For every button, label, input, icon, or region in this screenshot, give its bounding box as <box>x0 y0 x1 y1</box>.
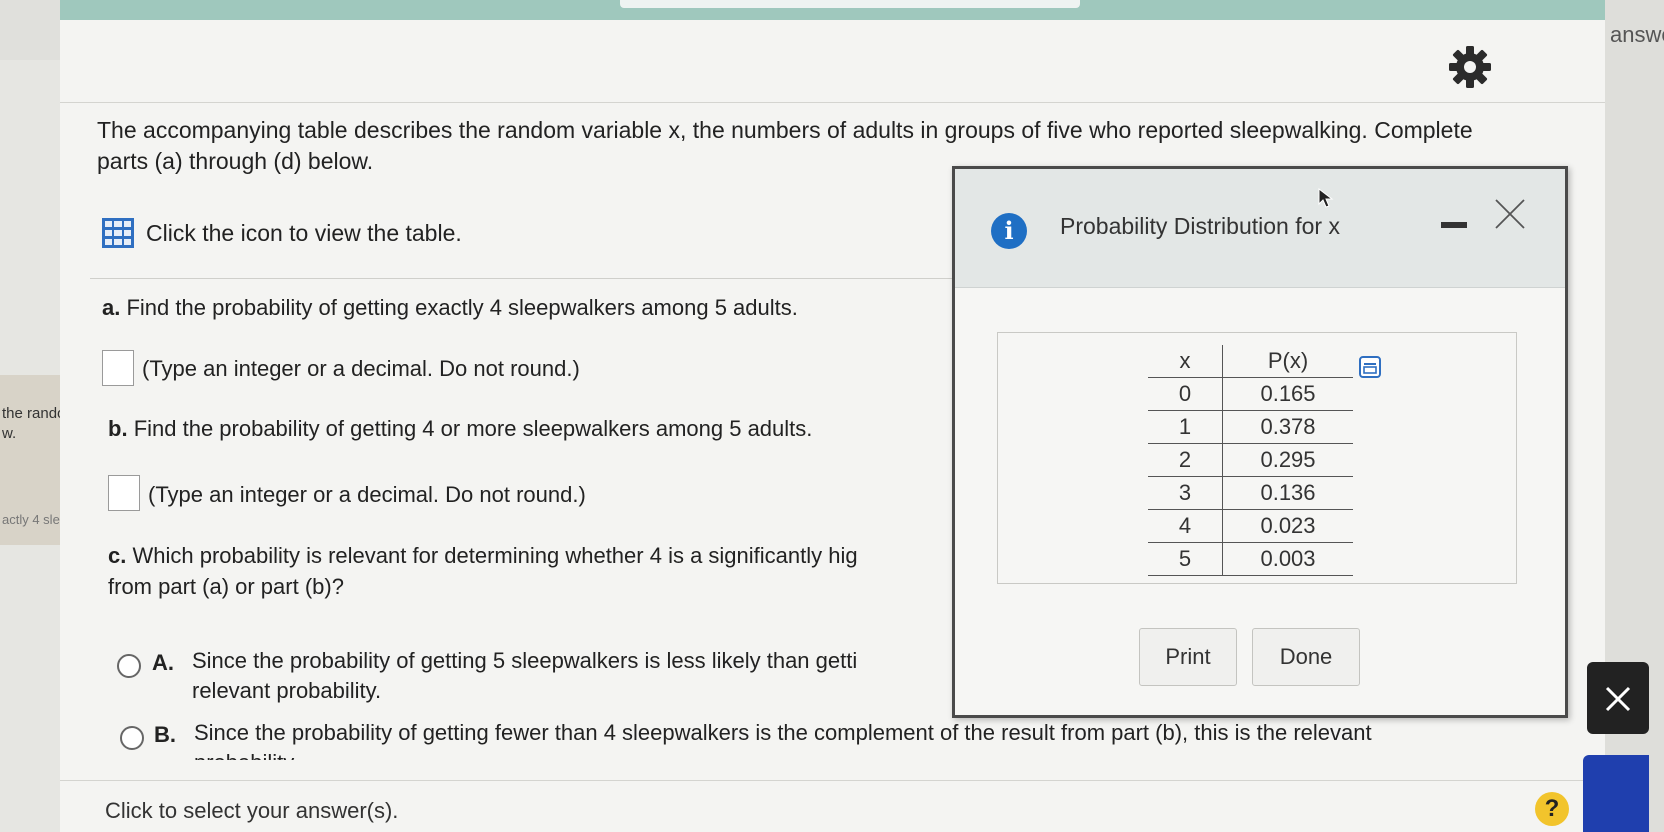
question-b-text: Find the probability of getting 4 or mor… <box>133 416 813 441</box>
print-button[interactable]: Print <box>1139 628 1237 686</box>
side-close-button[interactable] <box>1587 662 1649 734</box>
partial-text-right: answe <box>1610 22 1664 47</box>
side-panel-tab[interactable] <box>1583 755 1649 832</box>
table-header-x: x <box>1148 345 1223 378</box>
question-c: c. Which probability is relevant for det… <box>108 540 938 571</box>
question-header <box>60 20 1605 103</box>
close-icon[interactable] <box>1493 197 1527 231</box>
view-table-row: Click the icon to view the table. <box>102 218 462 248</box>
question-a-text: Find the probability of getting exactly … <box>126 295 798 320</box>
help-icon[interactable]: ? <box>1535 792 1569 826</box>
option-a-radio[interactable] <box>117 654 141 678</box>
info-icon: i <box>991 213 1027 249</box>
table-row: 2 0.295 <box>1148 443 1353 477</box>
option-b-letter: B. <box>154 722 176 747</box>
dialog-title: Probability Distribution for x <box>1060 213 1340 239</box>
table-row: 0 0.165 <box>1148 377 1353 411</box>
question-b-letter: b. <box>108 416 128 441</box>
table-row: 4 0.023 <box>1148 509 1353 543</box>
table-header-row: x P(x) <box>1148 345 1353 378</box>
probability-distribution-dialog: i Probability Distribution for x x P(x) … <box>952 166 1568 718</box>
table-cell-x: 1 <box>1148 410 1223 444</box>
answer-b-hint: (Type an integer or a decimal. Do not ro… <box>148 482 586 507</box>
table-cell-x: 3 <box>1148 476 1223 510</box>
question-a: a. Find the probability of getting exact… <box>102 292 798 323</box>
table-row: 5 0.003 <box>1148 542 1353 576</box>
table-row: 3 0.136 <box>1148 476 1353 510</box>
table-cell-px: 0.378 <box>1260 414 1316 439</box>
table-row: 1 0.378 <box>1148 410 1353 444</box>
table-header-px: P(x) <box>1267 348 1309 373</box>
question-c-text: Which probability is relevant for determ… <box>132 543 858 568</box>
question-c-text-2: from part (a) or part (b)? <box>108 574 344 599</box>
table-cell-x: 5 <box>1148 542 1223 576</box>
question-a-letter: a. <box>102 295 121 320</box>
table-cell-px: 0.165 <box>1260 381 1316 406</box>
answer-a-input[interactable] <box>102 350 134 386</box>
dialog-header: i Probability Distribution for x <box>955 169 1565 288</box>
view-table-label: Click the icon to view the table. <box>146 219 462 246</box>
partial-text-left-3: actly 4 slee <box>2 512 68 527</box>
partial-text-left-2: w. <box>2 425 17 442</box>
distribution-table: x P(x) 0 0.165 1 0.378 2 0.295 3 0.136 4… <box>1148 345 1353 576</box>
table-grid-icon[interactable] <box>102 218 134 248</box>
mouse-cursor-icon <box>1318 188 1334 208</box>
option-a-text[interactable]: Since the probability of getting 5 sleep… <box>192 646 952 676</box>
option-a-text-2[interactable]: relevant probability. <box>192 676 381 706</box>
top-bar <box>60 0 1605 20</box>
distribution-table-panel: x P(x) 0 0.165 1 0.378 2 0.295 3 0.136 4… <box>997 332 1517 584</box>
table-cell-x: 4 <box>1148 509 1223 543</box>
table-cell-px: 0.003 <box>1260 546 1316 571</box>
answer-b-input[interactable] <box>108 475 140 511</box>
answer-a-hint: (Type an integer or a decimal. Do not ro… <box>142 356 580 381</box>
copy-data-icon[interactable] <box>1358 355 1382 379</box>
question-c-letter: c. <box>108 543 127 568</box>
footer-divider <box>60 780 1605 781</box>
table-cell-x: 0 <box>1148 377 1223 411</box>
footer-instruction: Click to select your answer(s). <box>105 798 399 823</box>
gear-icon[interactable] <box>1445 42 1495 92</box>
done-button[interactable]: Done <box>1252 628 1360 686</box>
close-icon <box>1605 686 1631 712</box>
table-cell-x: 2 <box>1148 443 1223 477</box>
option-a-letter: A. <box>152 650 174 675</box>
option-b-radio[interactable] <box>120 726 144 750</box>
question-b: b. Find the probability of getting 4 or … <box>108 413 812 444</box>
option-b-text-2[interactable]: probability. <box>194 748 299 760</box>
minimize-icon[interactable] <box>1441 222 1467 228</box>
table-cell-px: 0.136 <box>1260 480 1316 505</box>
option-b-text[interactable]: Since the probability of getting fewer t… <box>194 718 1372 748</box>
table-cell-px: 0.023 <box>1260 513 1316 538</box>
table-cell-px: 0.295 <box>1260 447 1316 472</box>
